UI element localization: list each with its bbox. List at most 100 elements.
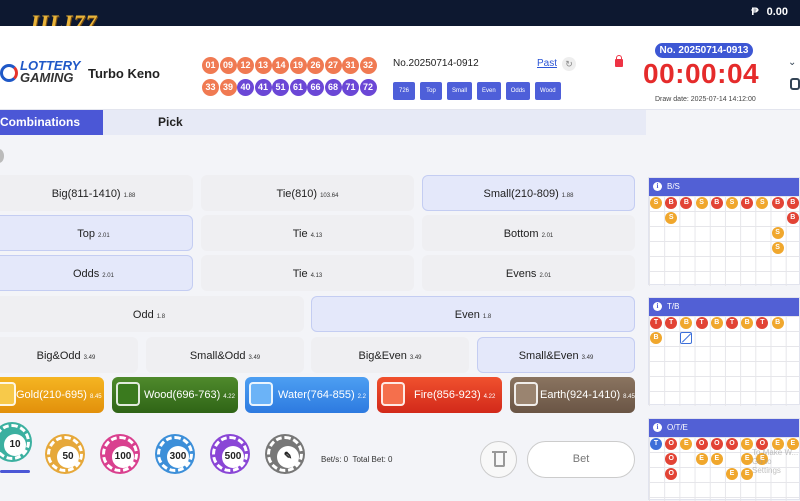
draw-ball: 61 xyxy=(289,79,307,96)
road-bead: E xyxy=(710,453,723,465)
clear-bets-button[interactable] xyxy=(480,441,517,478)
road-bead: T xyxy=(695,317,708,329)
refresh-icon[interactable]: ↻ xyxy=(562,57,576,71)
chip-100[interactable]: 100 xyxy=(102,436,138,472)
wood-icon xyxy=(116,382,140,406)
road-bead: S xyxy=(771,227,784,239)
draw-ball: 27 xyxy=(324,57,342,74)
previous-result-tags: 726 Top Small Even Odds Wood xyxy=(393,79,566,100)
pencil-icon: ✎ xyxy=(277,446,299,468)
top-bar: ₱ 0.00 xyxy=(0,0,800,26)
bet-water[interactable]: Water(764-855) 2.2 xyxy=(245,377,369,413)
road-bead: S xyxy=(726,197,738,209)
chip-50[interactable]: 50 xyxy=(47,436,83,472)
bet-odds[interactable]: Odds 2.01 xyxy=(0,255,193,291)
bet-tie-odds-evens[interactable]: Tie 4.13 xyxy=(201,255,414,291)
balance-value: 0.00 xyxy=(766,6,788,18)
bet-big-even[interactable]: Big&Even 3.49 xyxy=(311,337,469,373)
tab-combinations[interactable]: Combinations xyxy=(0,110,103,135)
road-grid: TBTBTBTBTB xyxy=(649,316,799,406)
draw-ball: 71 xyxy=(342,79,359,96)
draw-ball: 66 xyxy=(307,79,324,96)
chip-custom[interactable]: ✎ xyxy=(267,436,303,472)
bet-earth[interactable]: Earth(924-1410) 8.45 xyxy=(510,377,635,413)
road-bead: O xyxy=(665,453,678,465)
result-tag: Wood xyxy=(535,82,561,100)
result-tag: Top xyxy=(420,82,442,100)
currency-symbol: ₱ xyxy=(751,6,759,18)
road-bead: O xyxy=(710,438,723,450)
info-icon[interactable]: i xyxy=(653,302,662,311)
road-bead: B xyxy=(665,197,678,209)
bet-small-odd[interactable]: Small&Odd 3.49 xyxy=(146,337,304,373)
earth-icon xyxy=(514,382,538,406)
countdown-timer: 00:00:04 xyxy=(643,58,760,89)
road-bead: S xyxy=(771,242,784,254)
road-bead: B xyxy=(650,332,662,344)
road-bead: T xyxy=(756,317,769,329)
road-bead: O xyxy=(665,468,678,480)
draw-ball: 39 xyxy=(219,79,237,96)
previous-draw-balls: 01 09 12 13 14 19 26 27 31 32 33 39 40 41 51 61 66 68 71 72 xyxy=(202,55,384,99)
bet-fire[interactable]: Fire(856-923) 4.22 xyxy=(377,377,502,413)
road-bead: T xyxy=(726,317,738,329)
draw-ball: 68 xyxy=(324,79,342,96)
info-icon[interactable] xyxy=(0,149,4,163)
bet-evens[interactable]: Evens 2.01 xyxy=(422,255,635,291)
bet-tabs: Combinations Pick xyxy=(0,110,646,135)
tab-pick[interactable]: Pick xyxy=(158,110,183,135)
draw-ball: 01 xyxy=(202,57,219,74)
draw-ball: 13 xyxy=(254,57,272,74)
bet-summary: Bet/s: 0 Total Bet: 0 xyxy=(321,455,393,464)
road-bead: T xyxy=(665,317,678,329)
bet-wood[interactable]: Wood(696-763) 4.22 xyxy=(112,377,238,413)
result-tag: Even xyxy=(477,82,501,100)
draw-ball: 12 xyxy=(237,57,254,74)
chip-500[interactable]: 500 xyxy=(212,436,248,472)
info-icon[interactable]: i xyxy=(653,182,662,191)
road-bead: B xyxy=(786,212,799,224)
bet-big-odd[interactable]: Big&Odd 3.49 xyxy=(0,337,138,373)
result-tag: Odds xyxy=(505,82,531,100)
bet-even[interactable]: Even 1.8 xyxy=(311,296,635,332)
game-title: Turbo Keno xyxy=(88,66,160,81)
history-icon[interactable] xyxy=(790,78,800,90)
lottery-logo-icon xyxy=(0,64,18,82)
bet-tie-810[interactable]: Tie(810) 103.64 xyxy=(201,175,414,211)
panel-title: T/B xyxy=(667,302,680,311)
past-results-link[interactable]: Past xyxy=(537,58,557,69)
draw-ball: 72 xyxy=(359,79,377,96)
bet-gold[interactable]: Gold(210-695) 8.45 xyxy=(0,377,104,413)
bet-bottom[interactable]: Bottom 2.01 xyxy=(422,215,635,251)
bet-small[interactable]: Small(210-809) 1.88 xyxy=(422,175,635,211)
draw-ball: 51 xyxy=(272,79,289,96)
bet-button[interactable]: Bet xyxy=(527,441,635,478)
bet-tie-top-bottom[interactable]: Tie 4.13 xyxy=(201,215,414,251)
road-bead: E xyxy=(726,468,738,480)
road-bead: T xyxy=(650,438,662,450)
road-bead: B xyxy=(771,197,784,209)
draw-ball: 26 xyxy=(307,57,324,74)
road-bead: B xyxy=(680,317,693,329)
chevron-down-icon[interactable]: ⌄ xyxy=(788,57,800,69)
bet-big[interactable]: Big(811-1410) 1.88 xyxy=(0,175,193,211)
chip-10[interactable]: 10 xyxy=(0,424,30,460)
bet-odd[interactable]: Odd 1.8 xyxy=(0,296,304,332)
fire-icon xyxy=(381,382,405,406)
road-panel-bs: i B/S SBSBSBSBSBBBSS xyxy=(648,177,800,286)
road-bead: T xyxy=(650,317,662,329)
draw-ball: 33 xyxy=(202,79,219,96)
watermark: To Make W... Go to Settings xyxy=(752,448,799,475)
road-grid: SBSBSBSBSBBBSS xyxy=(649,196,799,286)
gold-icon xyxy=(0,382,16,406)
road-bead: E xyxy=(695,453,708,465)
next-draw-number: No. 20250714-0913 xyxy=(655,43,753,58)
road-bead: S xyxy=(650,197,662,209)
bet-small-even[interactable]: Small&Even 3.49 xyxy=(477,337,635,373)
info-icon[interactable]: i xyxy=(653,423,662,432)
draw-ball: 19 xyxy=(289,57,307,74)
game-header: LOTTERY GAMING Turbo Keno 01 09 12 13 14 19 26 2… xyxy=(0,26,800,110)
draw-ball: 32 xyxy=(359,57,377,74)
bet-top[interactable]: Top 2.01 xyxy=(0,215,193,251)
chip-300[interactable]: 300 xyxy=(157,436,193,472)
